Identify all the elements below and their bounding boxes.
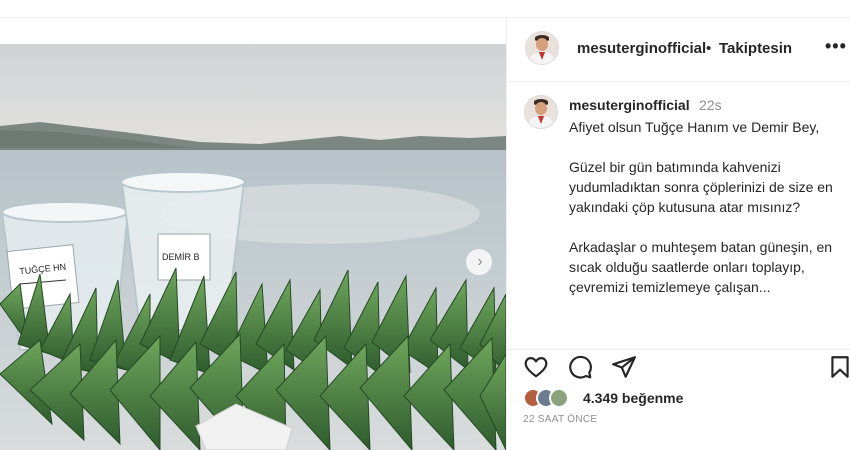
- caption-paragraph: Güzel bir gün batımında kahvenizi yuduml…: [569, 159, 833, 215]
- likes-count[interactable]: 4.349 beğenme: [583, 390, 683, 406]
- following-button[interactable]: Takiptesin: [719, 40, 792, 57]
- post-image[interactable]: TUĞÇE HN DEMİR B: [0, 44, 506, 450]
- avatar[interactable]: [525, 31, 559, 65]
- action-bar: [507, 350, 850, 390]
- header-username[interactable]: mesuterginofficial: [577, 40, 706, 57]
- liker-avatar: [549, 388, 569, 408]
- caption-avatar[interactable]: [524, 95, 558, 129]
- post-timestamp: 22 SAAT ÖNCE: [523, 414, 598, 425]
- caption-area: mesuterginofficial 22s Afiyet olsun Tuğç…: [507, 82, 850, 350]
- post-header: mesuterginofficial • Takiptesin •••: [507, 18, 850, 82]
- next-image-button[interactable]: ›: [466, 249, 492, 275]
- likes-row[interactable]: 4.349 beğenme: [523, 388, 843, 410]
- separator-dot: •: [706, 40, 712, 57]
- caption-username[interactable]: mesuterginofficial: [569, 97, 690, 113]
- comment-bubble-icon[interactable]: [567, 354, 593, 380]
- save-bookmark-icon[interactable]: [827, 354, 850, 380]
- caption-time: 22s: [699, 97, 722, 113]
- cup-right-label: DEMİR B: [162, 252, 200, 262]
- caption-text: Afiyet olsun Tuğçe Hanım ve Demir Bey, G…: [569, 117, 841, 317]
- instagram-post-view: TUĞÇE HN DEMİR B › mesuterginofficial • …: [0, 0, 850, 450]
- caption-paragraph: Afiyet olsun Tuğçe Hanım ve Demir Bey,: [569, 119, 820, 135]
- post-side-panel: mesuterginofficial • Takiptesin ••• mesu…: [506, 18, 850, 450]
- top-bar: [0, 0, 850, 18]
- like-heart-icon[interactable]: [523, 354, 549, 380]
- more-options-icon[interactable]: •••: [825, 36, 847, 57]
- share-paper-plane-icon[interactable]: [611, 354, 637, 380]
- caption-paragraph: Arkadaşlar o muhteşem batan güneşin, en …: [569, 239, 833, 295]
- sunset-litter-photo: TUĞÇE HN DEMİR B: [0, 44, 506, 450]
- chevron-right-icon: ›: [477, 253, 483, 270]
